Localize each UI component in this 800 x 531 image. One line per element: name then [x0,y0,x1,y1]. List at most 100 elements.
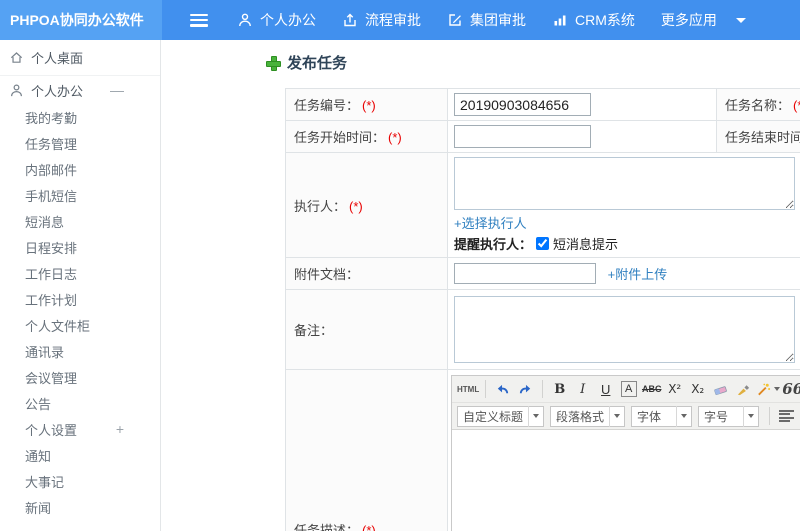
sidebar-item-personal-settings[interactable]: 个人设置 + [0,416,160,442]
executor-textarea[interactable] [454,157,795,210]
sidebar-item-schedule[interactable]: 日程安排 [0,234,160,260]
attachment-label: 附件文档： [285,257,448,290]
sidebar-item-notice[interactable]: 通知 [0,442,160,468]
top-bar: PHPOA协同办公软件 个人办公 流程审批 集团审批 CRM系统 更多应用 [0,0,800,40]
strikethrough-button[interactable]: ABC [641,379,662,400]
italic-button[interactable]: I [572,379,593,400]
sidebar-item-work-plan[interactable]: 工作计划 [0,286,160,312]
sidebar-item-memorabilia[interactable]: 大事记 [0,468,160,494]
font-family-dropdown[interactable]: 字体 [631,405,693,427]
page-title-text: 发布任务 [287,55,348,72]
eraser-icon [714,385,728,395]
align-left-button[interactable] [779,410,795,422]
editor-toolbar-row2: 自定义标题 段落格式 字体 字号 [452,403,800,430]
nav-label: 个人办公 [260,12,316,28]
magic-wand-icon [758,383,771,395]
start-time-label: 任务开始时间： (*) [285,120,448,153]
caret-down-icon [774,387,781,391]
caret-down-icon [676,405,691,427]
rich-text-editor: HTML B I U A ABC X² X₂ 6 自定义标题 段落格式 字体 字… [451,375,800,531]
remove-format-button[interactable] [710,379,731,400]
page-title: 发布任务 [265,52,347,73]
sidebar-item-label: 个人办公 [31,83,84,99]
nav-label: 流程审批 [365,12,421,28]
task-name-label: 任务名称：(*) [716,88,800,121]
bar-chart-icon [554,15,566,26]
caret-down-icon [609,405,624,427]
sidebar-item-label: 个人桌面 [31,51,84,66]
blockquote-button[interactable]: 66 [782,379,800,400]
main-content: 发布任务 任务编号：(*) 任务名称：(*) 任务开始时间：( [162,40,800,531]
sidebar-item-file-cabinet[interactable]: 个人文件柜 [0,312,160,338]
sidebar-item-contacts[interactable]: 通讯录 [0,338,160,364]
remark-label: 备注： [285,289,448,370]
sidebar-item-attendance[interactable]: 我的考勤 [0,104,160,130]
choose-executor-link[interactable]: +选择执行人 [454,213,800,232]
sidebar-item-sms[interactable]: 手机短信 [0,182,160,208]
sidebar-item-meeting-management[interactable]: 会议管理 [0,364,160,390]
nav-process-approval[interactable]: 流程审批 [329,0,434,40]
undo-icon [498,384,509,393]
task-no-label: 任务编号： (*) [285,88,448,121]
task-no-input[interactable] [454,93,591,116]
attachment-input[interactable] [454,263,596,284]
nav-personal-office[interactable]: 个人办公 [224,0,329,40]
sms-remind-checkbox[interactable] [536,237,550,250]
redo-icon [520,384,531,393]
app-logo: PHPOA协同办公软件 [0,0,162,40]
editor-content-area[interactable] [452,430,800,531]
undo-button[interactable] [492,379,513,400]
sidebar-item-news[interactable]: 新闻 [0,494,160,520]
task-form: 任务编号：(*) 任务名称：(*) 任务开始时间：(*) [285,88,800,531]
add-plus-icon [265,55,281,71]
sidebar-item-announcement[interactable]: 公告 [0,390,160,416]
nav-crm-system[interactable]: CRM系统 [539,0,648,40]
sidebar-item-short-message[interactable]: 短消息 [0,208,160,234]
nav-group-approval[interactable]: 集团审批 [434,0,539,40]
sidebar-item-personal-office[interactable]: 个人办公 — [0,76,160,104]
brush-icon [738,384,750,395]
person-icon [11,84,22,96]
sidebar-item-desktop[interactable]: 个人桌面 [0,40,160,76]
edit-icon [449,14,461,26]
sidebar-item-internal-mail[interactable]: 内部邮件 [0,156,160,182]
start-time-input[interactable] [454,125,591,148]
nav-more-apps[interactable]: 更多应用 [648,0,759,40]
person-icon [239,13,251,27]
attachment-upload-link[interactable]: +附件上传 [608,267,668,282]
sms-remind-option: 短消息提示 [553,237,619,252]
flow-approval-icon [344,13,356,27]
superscript-button[interactable]: X² [664,379,685,400]
html-source-button[interactable]: HTML [457,379,479,400]
sidebar: 个人桌面 个人办公 — 我的考勤 任务管理 内部邮件 手机短信 短消息 日程安排… [0,40,161,531]
editor-toolbar-row1: HTML B I U A ABC X² X₂ 6 [452,376,800,403]
font-style-button[interactable]: A [618,379,639,400]
caret-down-icon [743,405,758,427]
paragraph-format-dropdown[interactable]: 段落格式 [550,405,626,427]
bold-button[interactable]: B [549,379,570,400]
executor-label: 执行人： (*) [285,152,448,258]
description-label: 任务描述： (*) [285,369,448,531]
home-icon [10,52,23,63]
redo-button[interactable] [515,379,536,400]
format-painter-button[interactable] [733,379,754,400]
remind-executor-label: 提醒执行人： [454,237,533,252]
sidebar-item-work-log[interactable]: 工作日志 [0,260,160,286]
heading-dropdown[interactable]: 自定义标题 [457,405,545,427]
nav-label: CRM系统 [575,12,635,28]
sidebar-item-task-management[interactable]: 任务管理 [0,130,160,156]
top-nav: 个人办公 流程审批 集团审批 CRM系统 更多应用 [224,0,759,40]
font-size-dropdown[interactable]: 字号 [698,405,760,427]
caret-down-icon [528,405,543,427]
nav-label: 更多应用 [660,12,717,28]
hamburger-menu-icon[interactable] [190,13,208,27]
underline-button[interactable]: U [595,379,616,400]
end-time-label: 任务结束时间：(*) [716,120,800,153]
expand-icon[interactable]: + [116,421,124,437]
nav-label: 集团审批 [470,12,526,28]
caret-down-icon [735,17,746,23]
subscript-button[interactable]: X₂ [687,379,708,400]
autoformat-button[interactable] [756,379,781,400]
remark-textarea[interactable] [454,296,795,363]
collapse-icon[interactable]: — [110,82,124,98]
